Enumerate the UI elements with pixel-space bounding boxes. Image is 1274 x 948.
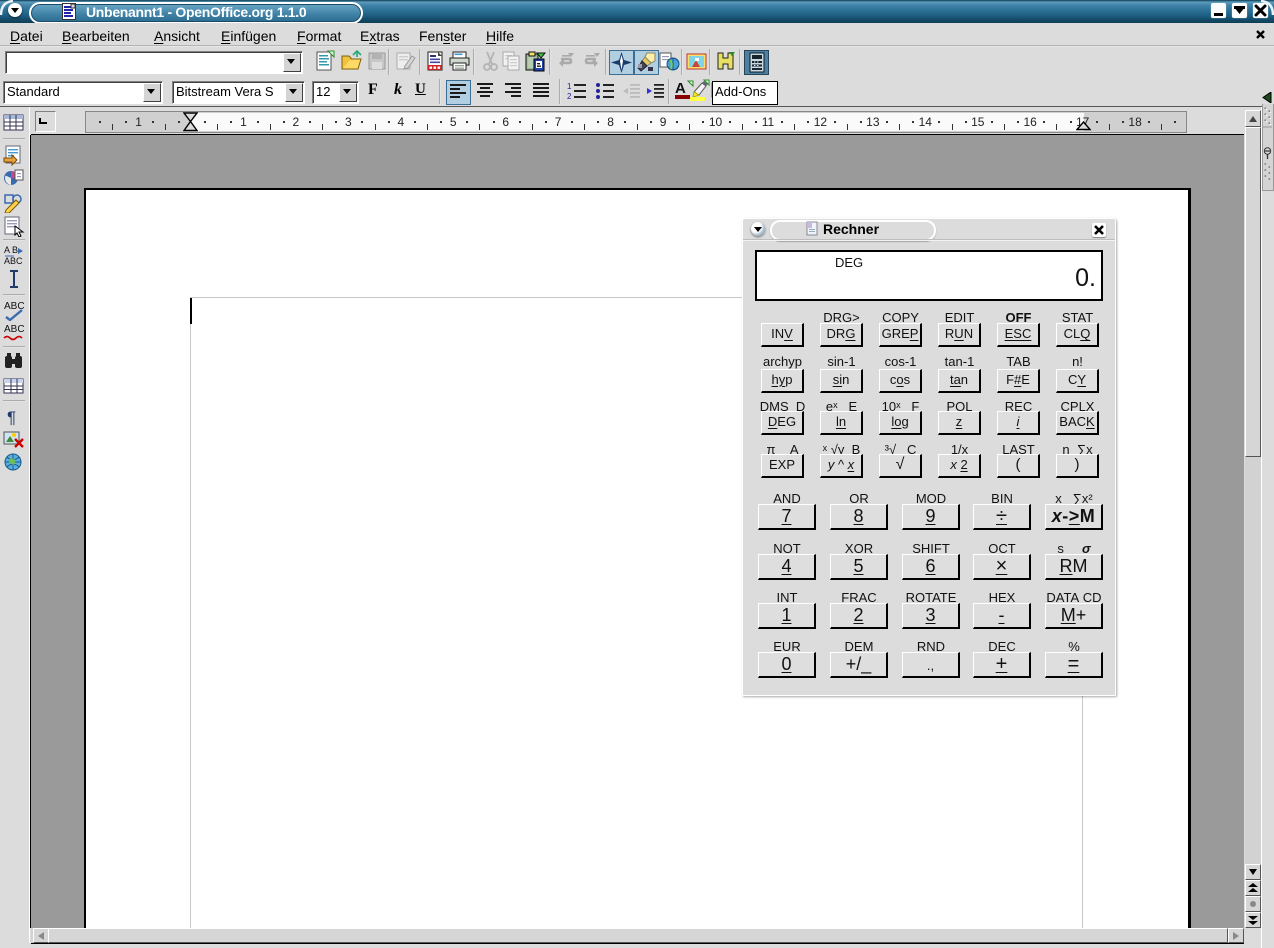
svg-text:ABC: ABC — [4, 256, 23, 266]
svg-text:A: A — [4, 245, 10, 255]
svg-text:ABC: ABC — [4, 324, 25, 335]
svg-text:1: 1 — [567, 82, 572, 91]
svg-text:A: A — [675, 80, 686, 97]
svg-text:2: 2 — [567, 92, 572, 101]
svg-text:¶: ¶ — [7, 408, 16, 427]
svg-text:B: B — [12, 245, 18, 255]
